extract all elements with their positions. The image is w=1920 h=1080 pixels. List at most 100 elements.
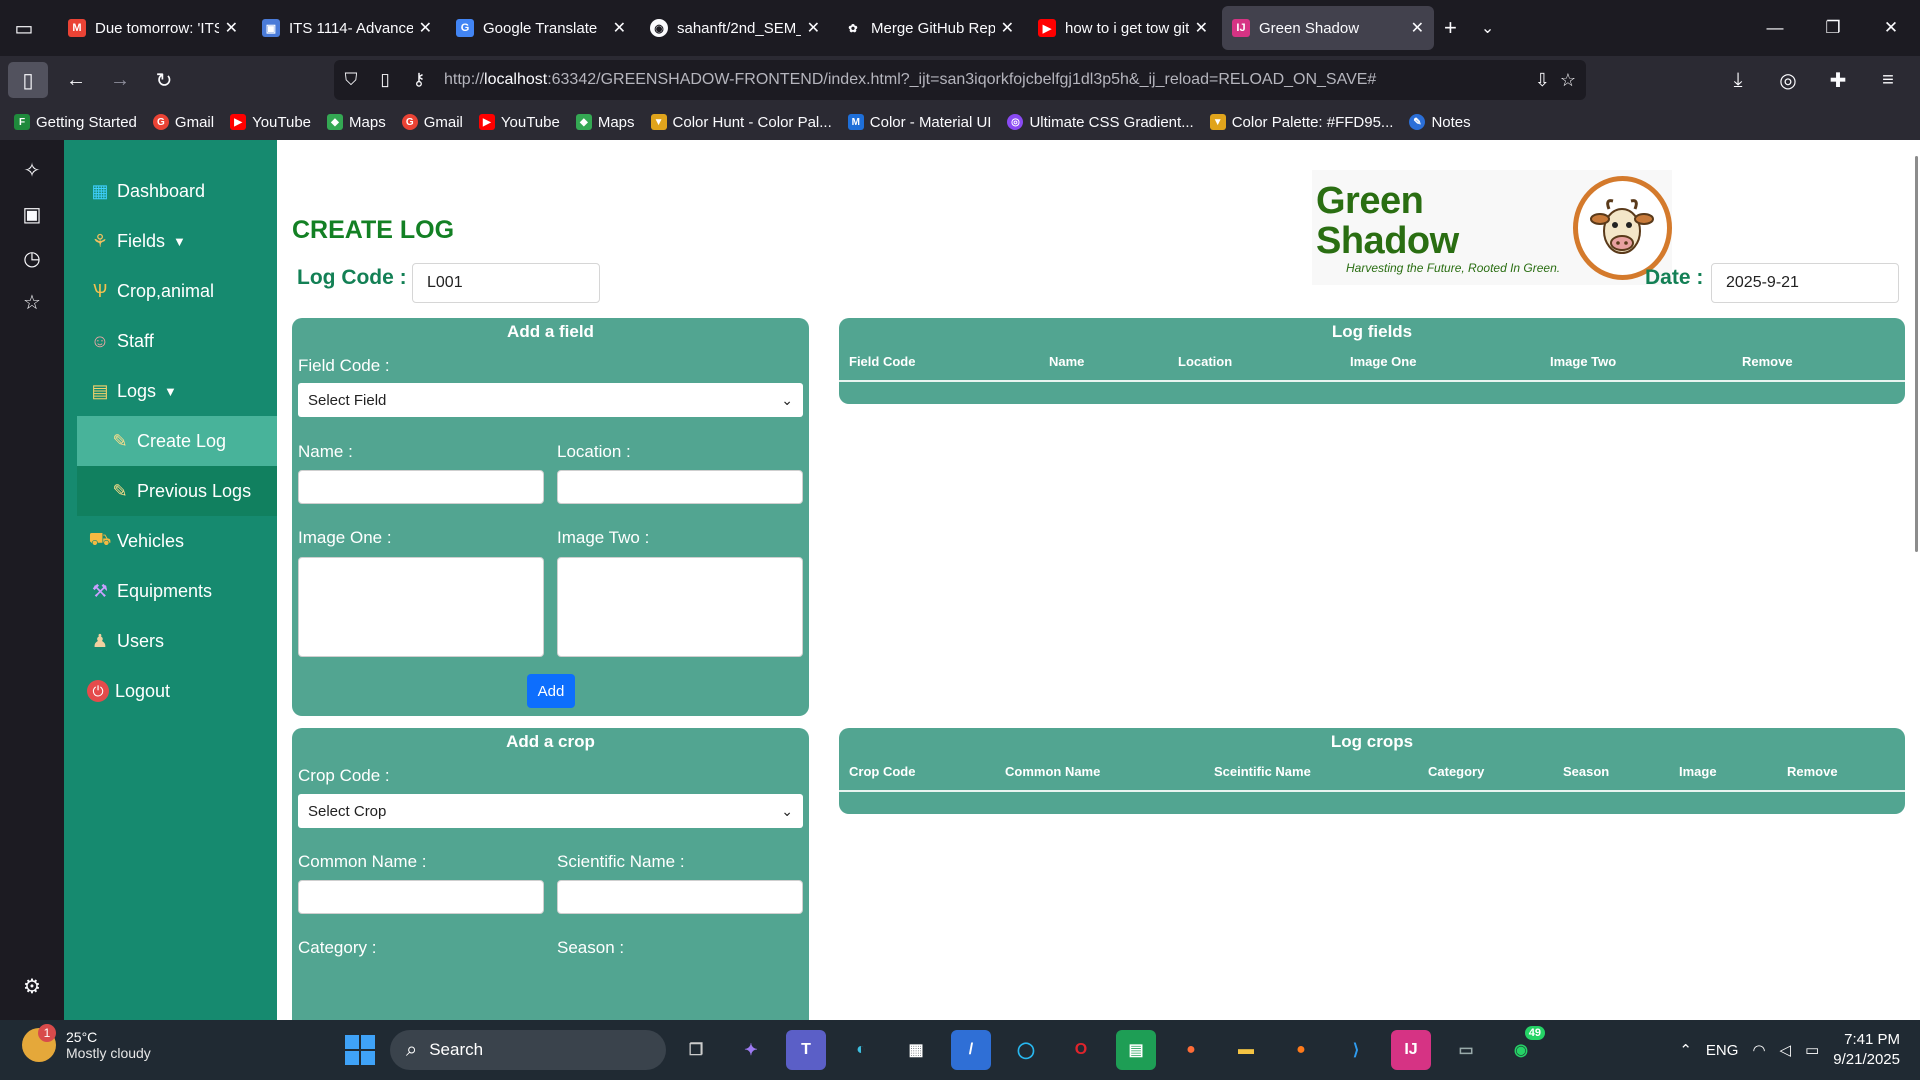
battery-icon[interactable]: ▭	[1805, 1041, 1819, 1059]
bookmark-maps[interactable]: ◆ Maps	[327, 114, 386, 131]
history-icon[interactable]: ◷	[0, 236, 64, 280]
store-icon[interactable]: ▦	[896, 1030, 936, 1070]
close-icon[interactable]: ✕	[225, 18, 238, 38]
close-icon[interactable]: ✕	[1001, 18, 1014, 38]
volume-icon[interactable]: ◁	[1780, 1041, 1792, 1059]
file-explorer-icon[interactable]: ▬	[1226, 1030, 1266, 1070]
scientific-name-input[interactable]	[557, 880, 803, 914]
wifi-icon[interactable]: ◠	[1752, 1041, 1765, 1059]
bookmark-getting-started[interactable]: F Getting Started	[14, 114, 137, 131]
bookmarks-icon[interactable]: ☆	[0, 280, 64, 324]
close-icon[interactable]: ✕	[1195, 18, 1208, 38]
common-name-input[interactable]	[298, 880, 544, 914]
back-icon[interactable]: ←	[54, 60, 98, 100]
menu-item-crop-animal[interactable]: Ѱ Crop,animal	[77, 266, 277, 316]
menu-icon[interactable]: ≡	[1866, 60, 1910, 100]
scrollbar-thumb[interactable]	[1915, 156, 1918, 552]
tab-gmail[interactable]: M Due tomorrow: 'ITS 11 ✕	[58, 6, 248, 50]
tab-its1114[interactable]: ▣ ITS 1114- Advanced AI ✕	[252, 6, 442, 50]
menu-item-equipments[interactable]: ⚒ Equipments	[77, 566, 277, 616]
firefox-taskbar-icon[interactable]: ●	[1281, 1030, 1321, 1070]
opera-icon[interactable]: O	[1061, 1030, 1101, 1070]
downloads-icon[interactable]: ⤓	[1716, 60, 1760, 100]
window-close-icon[interactable]: ✕	[1862, 0, 1920, 56]
mysql-icon[interactable]: ▭	[1446, 1030, 1486, 1070]
url-text[interactable]: http://localhost:63342/GREENSHADOW-FRONT…	[444, 71, 1376, 89]
menu-item-logs[interactable]: ▤ Logs ▼	[77, 366, 277, 416]
extensions-icon[interactable]: ✚	[1816, 60, 1860, 100]
postman-icon[interactable]: ●	[1171, 1030, 1211, 1070]
close-icon[interactable]: ✕	[419, 18, 432, 38]
menu-item-logout[interactable]: ⏻ Logout	[77, 666, 277, 716]
save-to-pocket-icon[interactable]: ⇩	[1535, 70, 1550, 91]
url-bar[interactable]: ⛉ ▯ ⚷ http://localhost:63342/GREENSHADOW…	[334, 60, 1586, 100]
menu-item-fields[interactable]: ⚘ Fields ▼	[77, 216, 277, 266]
bookmark-color-hunt[interactable]: ▼ Color Hunt - Color Pal...	[650, 114, 832, 131]
bookmark-youtube[interactable]: ▶ YouTube	[230, 114, 311, 131]
new-tab-icon[interactable]: +	[1444, 15, 1457, 41]
close-icon[interactable]: ✕	[1411, 18, 1424, 38]
copilot-icon[interactable]: ✦	[731, 1030, 771, 1070]
tab-merge-github[interactable]: ✿ Merge GitHub Repos ✕	[834, 6, 1024, 50]
tab-green-shadow[interactable]: IJ Green Shadow ✕	[1222, 6, 1434, 50]
weather-widget[interactable]: 1 25°C Mostly cloudy	[22, 1024, 151, 1062]
crop-code-select[interactable]: Select Crop ⌄	[298, 794, 803, 828]
tab-github[interactable]: ◉ sahanft/2nd_SEM_FIN/ ✕	[640, 6, 830, 50]
windows-start-icon[interactable]	[345, 1035, 375, 1065]
settings-gear-icon[interactable]: ⚙	[0, 964, 64, 1008]
clock[interactable]: 7:41 PM 9/21/2025	[1833, 1030, 1900, 1070]
intellij-taskbar-icon[interactable]: IJ	[1391, 1030, 1431, 1070]
add-field-button[interactable]: Add	[527, 674, 575, 708]
menu-item-staff[interactable]: ☺ Staff	[77, 316, 277, 366]
page-icon[interactable]: ▯	[368, 70, 402, 90]
close-icon[interactable]: ✕	[613, 18, 626, 38]
image-two-box[interactable]	[557, 557, 803, 657]
taskbar-search[interactable]: ⌕ Search	[390, 1030, 666, 1070]
bookmark-gmail[interactable]: G Gmail	[152, 114, 214, 131]
close-icon[interactable]: ✕	[807, 18, 820, 38]
show-hidden-icons-icon[interactable]: ⌃	[1679, 1041, 1692, 1059]
ai-chatbot-icon[interactable]: ✧	[0, 148, 64, 192]
restore-icon[interactable]: ❐	[1804, 0, 1862, 56]
bookmark-notes[interactable]: ✎ Notes	[1409, 114, 1471, 131]
page-scrollbar[interactable]	[1912, 140, 1920, 1020]
log-code-input[interactable]: L001	[412, 263, 600, 303]
tab-youtube[interactable]: ▶ how to i get tow githu ✕	[1028, 6, 1218, 50]
synced-tabs-icon[interactable]: ▣	[0, 192, 64, 236]
field-code-select[interactable]: Select Field ⌄	[298, 383, 803, 417]
shield-icon[interactable]: ⛉	[334, 70, 368, 90]
sidebar-toggle-icon[interactable]: ▯	[8, 62, 48, 98]
bookmark-maps-2[interactable]: ◆ Maps	[575, 114, 635, 131]
field-location-input[interactable]	[557, 470, 803, 504]
sheets-icon[interactable]: ▤	[1116, 1030, 1156, 1070]
vscode-icon[interactable]: ⟩	[1336, 1030, 1376, 1070]
bookmark-color-palette[interactable]: ▼ Color Palette: #FFD95...	[1209, 114, 1393, 131]
teams-icon[interactable]: T	[786, 1030, 826, 1070]
image-one-box[interactable]	[298, 557, 544, 657]
bookmark-gmail-2[interactable]: G Gmail	[401, 114, 463, 131]
menu-item-previous-logs[interactable]: ✎ Previous Logs	[77, 466, 277, 516]
bookmark-css-gradient[interactable]: ◎ Ultimate CSS Gradient...	[1007, 114, 1194, 131]
chevron-down-icon[interactable]: ⌄	[1481, 18, 1494, 38]
bookmark-youtube-2[interactable]: ▶ YouTube	[478, 114, 560, 131]
reload-icon[interactable]: ↻	[142, 60, 186, 100]
menu-item-dashboard[interactable]: ▦ Dashboard	[77, 166, 277, 216]
menu-item-create-log[interactable]: ✎ Create Log	[77, 416, 277, 466]
edge-icon[interactable]: ◐	[841, 1030, 881, 1070]
minimize-icon[interactable]: —	[1746, 0, 1804, 56]
tab-list-icon[interactable]: ▭	[0, 0, 48, 56]
menu-item-users[interactable]: ♟ Users	[77, 616, 277, 666]
date-input[interactable]: 2025-9-21	[1711, 263, 1899, 303]
menu-item-vehicles[interactable]: ⛟ Vehicles	[77, 516, 277, 566]
account-icon[interactable]: ◎	[1766, 60, 1810, 100]
field-name-input[interactable]	[298, 470, 544, 504]
key-icon[interactable]: ⚷	[402, 70, 436, 90]
bookmark-material-ui[interactable]: M Color - Material UI	[847, 114, 991, 131]
alexa-icon[interactable]: ◯	[1006, 1030, 1046, 1070]
forward-icon[interactable]: →	[98, 60, 142, 100]
whatsapp-icon[interactable]: ◉ 49	[1501, 1026, 1545, 1070]
task-view-icon[interactable]: ❐	[676, 1030, 716, 1070]
bookmark-star-icon[interactable]: ☆	[1560, 70, 1576, 91]
azure-icon[interactable]: /	[951, 1030, 991, 1070]
tab-google-translate[interactable]: G Google Translate ✕	[446, 6, 636, 50]
